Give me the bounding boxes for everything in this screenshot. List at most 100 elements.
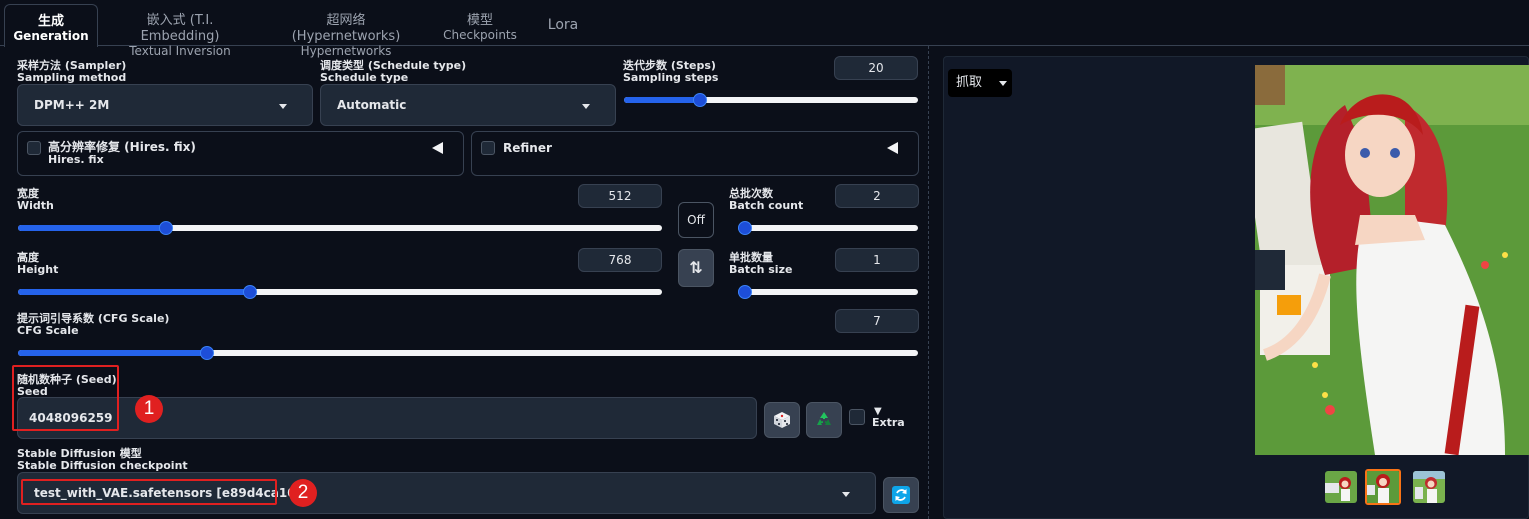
schedule-label-en: Schedule type bbox=[320, 71, 409, 84]
schedule-label: 调度类型 (Schedule type) Schedule type bbox=[320, 60, 466, 84]
hires-fix-label: 高分辨率修复 (Hires. fix) Hires. fix bbox=[48, 141, 196, 166]
steps-slider[interactable] bbox=[624, 93, 918, 107]
width-slider[interactable] bbox=[18, 221, 662, 235]
sampler-label: 采样方法 (Sampler) Sampling method bbox=[17, 60, 126, 84]
slider-fill bbox=[18, 225, 166, 231]
tab-textual-inversion[interactable]: 嵌入式 (T.I. Embedding) Textual Inversion bbox=[106, 4, 254, 58]
batch-count-label-en: Batch count bbox=[729, 199, 804, 212]
checkpoint-label-en: Stable Diffusion checkpoint bbox=[17, 459, 188, 472]
cfg-scale-slider[interactable] bbox=[18, 346, 918, 360]
gallery-thumbnail-selected[interactable] bbox=[1365, 469, 1401, 505]
width-label: 宽度 Width bbox=[17, 188, 54, 212]
gallery-thumbnail[interactable] bbox=[1325, 471, 1357, 503]
refresh-icon[interactable] bbox=[883, 477, 919, 513]
batch-count-label: 总批次数 Batch count bbox=[729, 188, 803, 212]
hires-fix-checkbox[interactable] bbox=[27, 141, 41, 155]
slider-thumb[interactable] bbox=[243, 285, 257, 299]
recycle-icon-graphic bbox=[817, 412, 831, 425]
generation-settings-panel: 采样方法 (Sampler) Sampling method DPM++ 2M … bbox=[0, 46, 928, 519]
swap-icon[interactable]: ⇅ bbox=[678, 249, 714, 287]
batch-size-number-input[interactable]: 1 bbox=[835, 248, 919, 272]
height-label-en: Height bbox=[17, 263, 59, 276]
hires-fix-label-en: Hires. fix bbox=[48, 153, 104, 166]
gallery-thumbnail[interactable] bbox=[1413, 471, 1445, 503]
collapse-left-icon[interactable] bbox=[432, 142, 443, 154]
annotation-seed-highlight bbox=[12, 365, 119, 431]
schedule-value: Automatic bbox=[337, 98, 407, 112]
refiner-checkbox[interactable] bbox=[481, 141, 495, 155]
width-label-en: Width bbox=[17, 199, 54, 212]
sampler-value: DPM++ 2M bbox=[34, 98, 110, 112]
batch-size-slider[interactable] bbox=[738, 285, 918, 299]
tab-checkpoints-label: 模型 bbox=[466, 13, 493, 28]
off-button[interactable]: Off bbox=[678, 202, 714, 238]
cfg-scale-label-en: CFG Scale bbox=[17, 324, 79, 337]
generated-image-preview[interactable] bbox=[1255, 65, 1529, 455]
extra-checkbox[interactable] bbox=[849, 409, 865, 425]
schedule-dropdown[interactable]: Automatic bbox=[320, 84, 616, 126]
cfg-scale-label: 提示词引导系数 (CFG Scale) CFG Scale bbox=[17, 313, 169, 337]
cfg-scale-number-input[interactable]: 7 bbox=[835, 309, 919, 333]
batch-count-number-input[interactable]: 2 bbox=[835, 184, 919, 208]
tab-checkpoints-sublabel: Checkpoints bbox=[443, 28, 517, 42]
checkpoint-label: Stable Diffusion 模型 Stable Diffusion che… bbox=[17, 448, 188, 472]
tab-lora[interactable]: Lora bbox=[536, 4, 590, 46]
refiner-label: Refiner bbox=[503, 141, 552, 155]
width-number-input[interactable]: 512 bbox=[578, 184, 662, 208]
steps-label: 迭代步数 (Steps) Sampling steps bbox=[623, 60, 718, 84]
extra-label-text: Extra bbox=[872, 416, 905, 429]
thumbnail-graphic bbox=[1325, 471, 1357, 503]
tab-generation[interactable]: 生成 Generation bbox=[4, 4, 98, 47]
tab-checkpoints[interactable]: 模型 Checkpoints bbox=[438, 4, 522, 46]
slider-track bbox=[738, 225, 918, 231]
output-gallery-panel: 抓取 bbox=[943, 56, 1529, 519]
tab-generation-label: 生成 bbox=[37, 14, 64, 29]
tab-lora-label: Lora bbox=[547, 17, 579, 33]
batch-count-slider[interactable] bbox=[738, 221, 918, 235]
extra-label: ▼ Extra bbox=[872, 407, 905, 429]
thumbnail-graphic bbox=[1367, 471, 1399, 503]
height-slider[interactable] bbox=[18, 285, 662, 299]
slider-fill bbox=[18, 289, 250, 295]
tab-hypernetworks-label: 超网络 (Hypernetworks) bbox=[291, 13, 401, 44]
slider-thumb[interactable] bbox=[693, 93, 707, 107]
slider-fill bbox=[18, 350, 207, 356]
sampler-dropdown[interactable]: DPM++ 2M bbox=[17, 84, 313, 126]
hires-fix-accordion[interactable]: 高分辨率修复 (Hires. fix) Hires. fix bbox=[17, 131, 464, 176]
slider-thumb[interactable] bbox=[159, 221, 173, 235]
batch-size-label: 单批数量 Batch size bbox=[729, 252, 792, 276]
dice-icon-graphic bbox=[774, 412, 790, 428]
recycle-icon[interactable] bbox=[806, 402, 842, 438]
sampler-label-en: Sampling method bbox=[17, 71, 127, 84]
dice-icon[interactable] bbox=[764, 402, 800, 438]
generated-image-graphic bbox=[1255, 65, 1529, 455]
tab-bar: 生成 Generation 嵌入式 (T.I. Embedding) Textu… bbox=[0, 0, 1529, 58]
tab-textual-inversion-label: 嵌入式 (T.I. Embedding) bbox=[140, 13, 220, 44]
refresh-icon-graphic bbox=[892, 486, 910, 504]
annotation-checkpoint-highlight bbox=[21, 479, 277, 505]
height-number-input[interactable]: 768 bbox=[578, 248, 662, 272]
chevron-down-icon bbox=[582, 104, 590, 109]
height-label: 高度 Height bbox=[17, 252, 58, 276]
grab-dropdown-label: 抓取 bbox=[956, 75, 983, 90]
slider-thumb[interactable] bbox=[738, 221, 752, 235]
thumbnail-graphic bbox=[1413, 471, 1445, 503]
slider-track bbox=[738, 289, 918, 295]
steps-label-en: Sampling steps bbox=[623, 71, 719, 84]
steps-number-input[interactable]: 20 bbox=[834, 56, 918, 80]
annotation-badge-2: 2 bbox=[289, 479, 317, 507]
tab-generation-sublabel: Generation bbox=[13, 29, 89, 43]
annotation-badge-1: 1 bbox=[135, 395, 163, 423]
chevron-down-icon bbox=[279, 104, 287, 109]
slider-thumb[interactable] bbox=[200, 346, 214, 360]
tab-hypernetworks[interactable]: 超网络 (Hypernetworks) Hypernetworks bbox=[272, 4, 420, 58]
seed-input[interactable]: 4048096259 bbox=[17, 397, 757, 439]
batch-size-label-en: Batch size bbox=[729, 263, 793, 276]
collapse-left-icon[interactable] bbox=[887, 142, 898, 154]
panel-divider bbox=[928, 46, 929, 519]
chevron-down-icon bbox=[999, 81, 1007, 86]
grab-dropdown[interactable]: 抓取 bbox=[948, 69, 1012, 97]
refiner-accordion[interactable]: Refiner bbox=[471, 131, 919, 176]
slider-thumb[interactable] bbox=[738, 285, 752, 299]
chevron-down-icon bbox=[842, 492, 850, 497]
